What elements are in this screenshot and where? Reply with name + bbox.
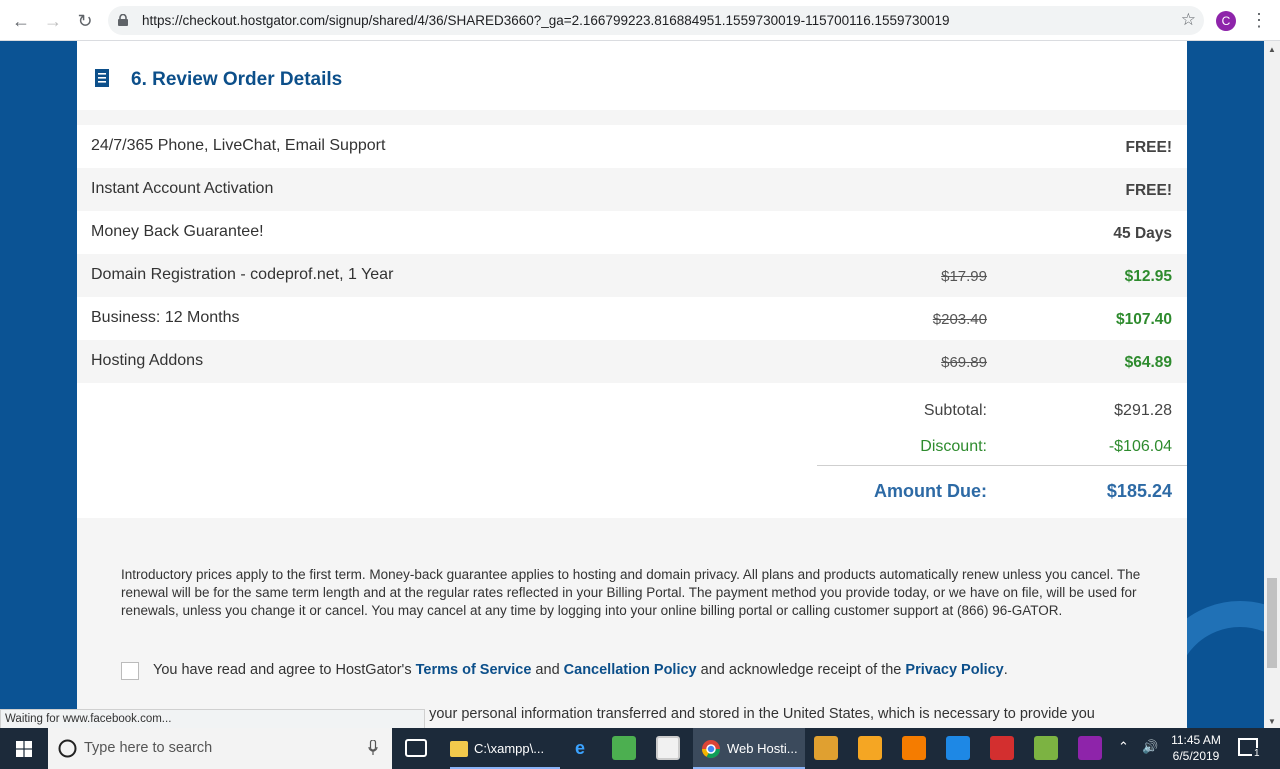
discount-label: Discount: — [920, 438, 987, 455]
item-label: Money Back Guarantee! — [91, 223, 264, 240]
renewal-disclaimer: Introductory prices apply to the first t… — [121, 567, 1141, 618]
task-view-icon[interactable] — [405, 739, 427, 757]
cortana-circle-icon — [58, 739, 77, 758]
item-price: $107.40 — [1115, 311, 1172, 328]
item-price: FREE! — [1125, 182, 1173, 199]
system-clock[interactable]: 11:45 AM 6/5/2019 — [1166, 732, 1226, 764]
item-label: Hosting Addons — [91, 352, 204, 369]
back-icon[interactable]: ← — [8, 8, 34, 34]
subtotal-label: Subtotal: — [923, 402, 987, 419]
order-row: Business: 12 Months $203.40 $107.40 — [77, 297, 1187, 340]
clock-time: 11:45 AM — [1171, 733, 1221, 747]
terms-agreement: You have read and agree to HostGator's T… — [121, 661, 1171, 683]
chrome-icon — [702, 739, 720, 758]
amount-due-value: $185.24 — [1106, 481, 1172, 501]
item-label: Business: 12 Months — [91, 309, 240, 326]
page-scrollbar[interactable]: ▲ ▼ — [1264, 41, 1280, 728]
acrobat-icon[interactable] — [990, 736, 1014, 760]
subtotal-value: $291.28 — [1114, 402, 1172, 419]
profile-avatar[interactable]: C — [1216, 11, 1236, 31]
bookmark-star-icon[interactable]: ☆ — [1181, 10, 1196, 30]
store-icon[interactable] — [656, 736, 680, 760]
calculator-icon[interactable] — [612, 736, 636, 760]
lock-icon — [118, 14, 128, 26]
order-row: Hosting Addons $69.89 $64.89 — [77, 340, 1187, 383]
scroll-down-icon[interactable]: ▼ — [1268, 717, 1276, 726]
git-icon[interactable] — [1034, 736, 1058, 760]
scroll-up-icon[interactable]: ▲ — [1268, 45, 1276, 54]
browser-menu-icon[interactable]: ⋮ — [1250, 9, 1268, 33]
item-price: FREE! — [1125, 139, 1173, 156]
notification-count: 1 — [1252, 748, 1262, 759]
folder-icon — [450, 740, 468, 757]
scroll-thumb[interactable] — [1267, 578, 1277, 668]
order-row: Domain Registration - codeprof.net, 1 Ye… — [77, 254, 1187, 297]
totals-block: Subtotal: $291.28 Discount: -$106.04 Amo… — [77, 383, 1187, 518]
totals-divider — [817, 465, 1187, 466]
media-player-icon[interactable] — [814, 736, 838, 760]
vscode-icon[interactable] — [946, 736, 970, 760]
item-label: Domain Registration - codeprof.net, 1 Ye… — [91, 266, 394, 283]
forward-icon[interactable]: → — [40, 8, 66, 34]
order-row: 24/7/365 Phone, LiveChat, Email Support … — [77, 125, 1187, 168]
item-old-price: $203.40 — [932, 311, 987, 328]
discount-value: -$106.04 — [1108, 438, 1172, 455]
browser-toolbar: ← → ↻ https://checkout.hostgator.com/sig… — [0, 0, 1280, 41]
item-old-price: $69.89 — [941, 354, 987, 371]
status-bar: Waiting for www.facebook.com... — [0, 709, 425, 728]
address-bar[interactable]: https://checkout.hostgator.com/signup/sh… — [108, 6, 1204, 35]
cancellation-policy-link[interactable]: Cancellation Policy — [564, 662, 697, 678]
taskbar-app-explorer[interactable]: C:\xampp\... — [450, 728, 560, 769]
receipt-icon — [95, 69, 109, 87]
agreement-text: You have read and agree to HostGator's T… — [153, 662, 1008, 678]
taskbar-search[interactable]: Type here to search — [48, 728, 392, 769]
item-price: $12.95 — [1124, 268, 1172, 285]
data-transfer-consent-text: e your personal information transferred … — [417, 706, 1095, 722]
phpstorm-icon[interactable] — [1078, 736, 1102, 760]
taskbar-app-chrome[interactable]: Web Hosti... — [693, 728, 805, 769]
section-header: 6. Review Order Details — [77, 41, 1187, 110]
privacy-policy-link[interactable]: Privacy Policy — [905, 662, 1003, 678]
order-row: Instant Account Activation FREE! — [77, 168, 1187, 211]
checkout-card: 6. Review Order Details 24/7/365 Phone, … — [77, 41, 1187, 728]
windows-logo-icon — [16, 740, 32, 757]
xampp-icon[interactable] — [902, 736, 926, 760]
amount-due-label: Amount Due: — [874, 481, 987, 501]
page-viewport: 6. Review Order Details 24/7/365 Phone, … — [0, 41, 1264, 728]
edge-icon[interactable]: e — [568, 736, 592, 760]
explorer-label: C:\xampp\... — [474, 741, 545, 756]
app-icon-orange[interactable] — [858, 736, 882, 760]
section-title: 6. Review Order Details — [131, 69, 343, 90]
item-old-price: $17.99 — [941, 268, 987, 285]
start-button[interactable] — [0, 728, 48, 769]
order-row: Money Back Guarantee! 45 Days — [77, 211, 1187, 254]
order-items-list: 24/7/365 Phone, LiveChat, Email Support … — [77, 125, 1187, 383]
clock-date: 6/5/2019 — [1172, 749, 1220, 763]
search-placeholder: Type here to search — [84, 740, 213, 756]
volume-icon[interactable]: 🔊 — [1142, 739, 1158, 755]
terms-of-service-link[interactable]: Terms of Service — [416, 662, 532, 678]
windows-taskbar: Type here to search C:\xampp\... e Web H… — [0, 728, 1280, 769]
url-text: https://checkout.hostgator.com/signup/sh… — [142, 13, 950, 28]
item-price: 45 Days — [1113, 225, 1172, 242]
chrome-label: Web Hosti... — [727, 741, 798, 756]
item-label: Instant Account Activation — [91, 180, 274, 197]
agree-checkbox[interactable] — [121, 662, 139, 680]
microphone-icon[interactable] — [368, 740, 378, 756]
item-price: $64.89 — [1124, 354, 1172, 371]
item-label: 24/7/365 Phone, LiveChat, Email Support — [91, 137, 386, 154]
reload-icon[interactable]: ↻ — [72, 8, 98, 34]
tray-chevron-icon[interactable]: ⌃ — [1118, 739, 1129, 755]
